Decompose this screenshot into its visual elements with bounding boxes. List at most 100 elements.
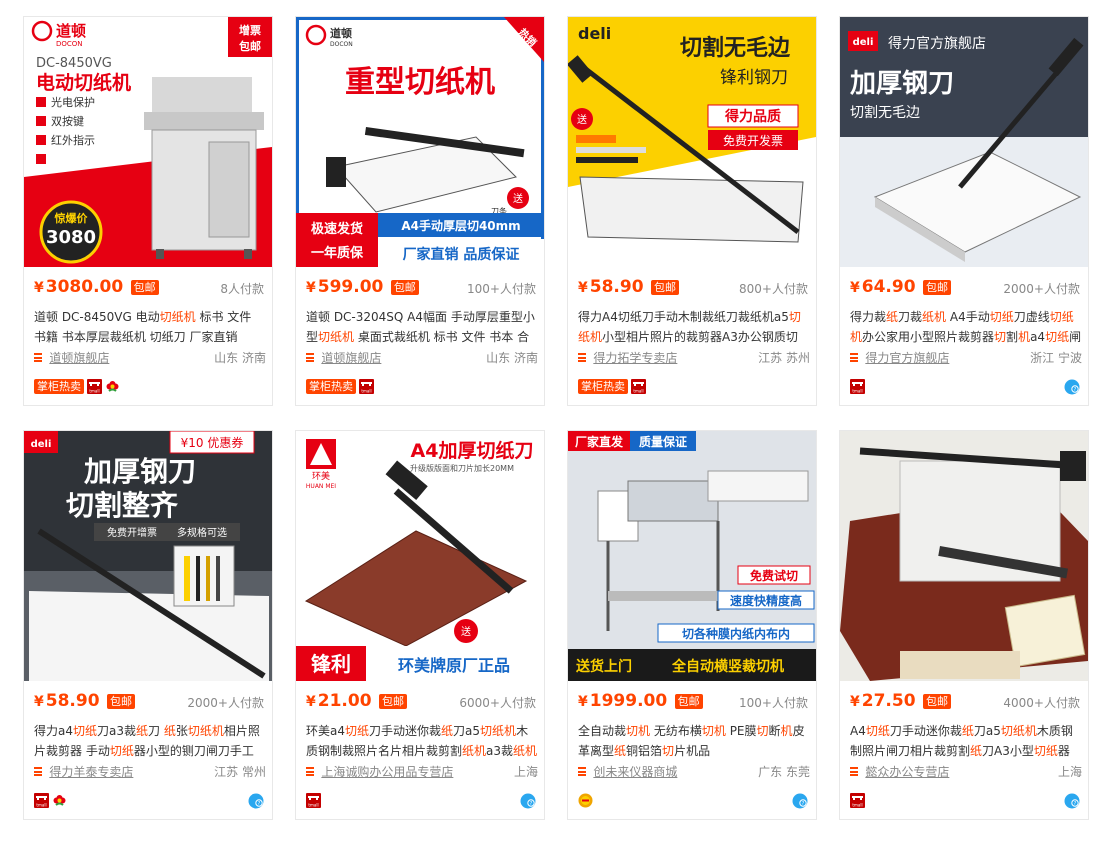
product-title[interactable]: 得力A4切纸刀手动木制裁纸刀裁纸机a5切纸机小型相片照片的裁剪器A3办公钢质切 — [578, 307, 810, 347]
title-keyword-highlight: 切纸 — [989, 310, 1014, 324]
shop-name-link[interactable]: 得力官方旗舰店 — [865, 351, 949, 365]
price: ¥3080.00 — [34, 277, 124, 297]
tmall-icon: tmall — [631, 379, 646, 395]
shop-name-link[interactable]: 懿众办公专营店 — [865, 765, 949, 779]
svg-text:tmall: tmall — [361, 389, 371, 394]
badge-row: tmall? — [850, 792, 1082, 810]
svg-text:切各种膜内纸内布内: 切各种膜内纸内布内 — [682, 626, 790, 641]
free-shipping-badge: 包邮 — [130, 279, 159, 295]
title-text: 刀裁 — [898, 310, 923, 324]
title-text: a3裁 — [486, 744, 514, 758]
shop-name-link[interactable]: 得力拓学专卖店 — [593, 351, 677, 365]
product-title[interactable]: A4切纸刀手动迷你裁纸刀a5切纸机木质钢制照片闸刀相片裁剪割纸刀A3小型切纸器 — [850, 721, 1082, 761]
svg-text:tmall: tmall — [36, 803, 46, 808]
svg-text:加厚钢刀: 加厚钢刀 — [84, 455, 196, 488]
product-card[interactable]: 环美 HUAN MEI A4加厚切纸刀 升级版版面和刀片加长20MM 送 锋利 … — [295, 430, 545, 820]
badge-row: tmall? — [306, 792, 538, 810]
title-text: 全自动裁 — [578, 724, 627, 738]
free-shipping-badge: 包邮 — [674, 693, 703, 709]
product-image[interactable]: 厂家直发 质量保证 免费试切 速度快精度高 切各种膜内纸内布内 送货上门 全自动… — [568, 431, 816, 681]
product-card[interactable]: 厂家直发 质量保证 免费试切 速度快精度高 切各种膜内纸内布内 送货上门 全自动… — [567, 430, 817, 820]
tmall-icon: tmall — [306, 793, 321, 809]
title-text: a4 — [1030, 330, 1046, 344]
wangwang-chat-icon[interactable]: ? — [1064, 379, 1080, 395]
shop-name-link[interactable]: 创未来仪器商城 — [593, 765, 677, 779]
hot-sale-tag: 掌柜热卖 — [578, 379, 628, 395]
svg-text:送货上门: 送货上门 — [575, 658, 632, 675]
product-title[interactable]: 得力a4切纸刀a3裁纸刀 纸张切纸机相片照片裁剪器 手动切纸器小型的铡刀闸刀手工 — [34, 721, 266, 761]
product-title[interactable]: 环美a4切纸刀手动迷你裁纸刀a5切纸机木质钢制裁照片名片相片裁剪割纸机a3裁纸机 — [306, 721, 538, 761]
svg-text:得力官方旗舰店: 得力官方旗舰店 — [888, 35, 986, 52]
product-image[interactable]: deli 得力官方旗舰店 加厚钢刀 切割无毛边 — [840, 17, 1088, 267]
product-image[interactable]: deli ¥10 优惠券 加厚钢刀 切割整齐 免费开增票 多规格可选 — [24, 431, 272, 681]
svg-text:tmall: tmall — [89, 389, 99, 394]
wangwang-chat-icon[interactable]: ? — [248, 793, 264, 809]
product-card[interactable]: 道顿 DOCON 热销 重型切纸机 送 刀条 极速发货 一年质保 A4手动厚层切… — [295, 16, 545, 406]
product-image[interactable]: 道顿 DOCON 热销 重型切纸机 送 刀条 极速发货 一年质保 A4手动厚层切… — [296, 17, 544, 267]
svg-text:包邮: 包邮 — [238, 39, 261, 53]
shop-name-link[interactable]: 上海诚购办公用品专营店 — [321, 765, 453, 779]
title-text: 桌面式裁纸机 标书 文件 书本 合 — [354, 330, 530, 344]
shop-name-link[interactable]: 道顿旗舰店 — [49, 351, 109, 365]
shop-name-link[interactable]: 得力羊泰专卖店 — [49, 765, 133, 779]
wangwang-chat-icon[interactable]: ? — [792, 793, 808, 809]
product-card[interactable]: 道顿 DOCON 增票 包邮 DC-8450VG 电动切纸机 光电保护 双按键 … — [23, 16, 273, 406]
svg-text:加厚钢刀: 加厚钢刀 — [850, 69, 954, 99]
title-text: 刀虚线 — [1013, 310, 1050, 324]
flower-icon — [52, 793, 67, 808]
shop-row: 得力官方旗舰店 浙江 宁波 — [850, 349, 1082, 367]
medal-icon — [578, 793, 593, 808]
badge-row: tmall? — [34, 792, 266, 810]
free-shipping-badge: 包邮 — [650, 279, 679, 295]
tmall-icon: tmall — [87, 379, 102, 395]
title-keyword-highlight: 纸 — [961, 724, 974, 738]
product-card[interactable]: deli 切割无毛边 锋利钢刀 得力品质 免费开发票 送 ¥58.90 包邮 8… — [567, 16, 817, 406]
shop-location: 江苏 常州 — [214, 765, 266, 779]
product-card[interactable]: deli 得力官方旗舰店 加厚钢刀 切割无毛边 ¥64.90 包邮 2000+人… — [839, 16, 1089, 406]
badge-row: 掌柜热卖 tmall — [306, 378, 538, 396]
svg-text:送: 送 — [461, 625, 471, 638]
title-keyword-highlight: 切纸机 — [480, 724, 517, 738]
title-text: 闸 — [1069, 330, 1082, 344]
shop-icon — [306, 353, 314, 363]
free-shipping-badge: 包邮 — [106, 693, 135, 709]
svg-text:锋利: 锋利 — [311, 652, 351, 676]
product-card[interactable]: ¥27.50 包邮 4000+人付款 A4切纸刀手动迷你裁纸刀a5切纸机木质钢制… — [839, 430, 1089, 820]
svg-text:得力品质: 得力品质 — [724, 108, 781, 125]
product-title[interactable]: 道顿 DC-3204SQ A4幅面 手动厚层重型小型切纸机 桌面式裁纸机 标书 … — [306, 307, 538, 347]
price: ¥58.90 — [578, 277, 644, 297]
title-text: 断 — [768, 724, 781, 738]
badge-row: tmall? — [850, 378, 1082, 396]
title-keyword-highlight: 切纸机 — [187, 724, 224, 738]
svg-text:免费开增票: 免费开增票 — [107, 526, 157, 539]
title-text: A4手动 — [946, 310, 990, 324]
product-title[interactable]: 道顿 DC-8450VG 电动切纸机 标书 文件 书籍 书本厚层裁纸机 切纸刀 … — [34, 307, 266, 347]
shop-icon — [578, 353, 586, 363]
title-keyword-highlight: 纸机 — [922, 310, 947, 324]
svg-text:DC-8450VG: DC-8450VG — [36, 56, 112, 71]
price-row: ¥599.00 包邮 100+人付款 — [306, 277, 536, 299]
product-image[interactable]: deli 切割无毛边 锋利钢刀 得力品质 免费开发票 送 — [568, 17, 816, 267]
title-text: 片机品 — [674, 744, 711, 758]
shop-location: 上海 — [513, 765, 538, 779]
svg-text:?: ? — [530, 801, 533, 807]
title-text: 刀手动迷你裁 — [889, 724, 962, 738]
product-title[interactable]: 全自动裁切机 无纺布横切机 PE膜切断机皮革离型纸铜铝箔切片机品 — [578, 721, 810, 761]
wangwang-chat-icon[interactable]: ? — [520, 793, 536, 809]
title-keyword-highlight: 纸 — [970, 744, 983, 758]
deal-count: 8人付款 — [220, 282, 264, 296]
product-card[interactable]: deli ¥10 优惠券 加厚钢刀 切割整齐 免费开增票 多规格可选 ¥58.9… — [23, 430, 273, 820]
product-image[interactable] — [840, 431, 1088, 681]
wangwang-chat-icon[interactable]: ? — [1064, 793, 1080, 809]
product-image[interactable]: 道顿 DOCON 增票 包邮 DC-8450VG 电动切纸机 光电保护 双按键 … — [24, 17, 272, 267]
product-image[interactable]: 环美 HUAN MEI A4加厚切纸刀 升级版版面和刀片加长20MM 送 锋利 … — [296, 431, 544, 681]
svg-text:全自动横竖裁切机: 全自动横竖裁切机 — [671, 658, 784, 675]
shop-row: 道顿旗舰店 山东 济南 — [34, 349, 266, 367]
title-keyword-highlight: 切纸 — [73, 724, 98, 738]
product-title[interactable]: 得力裁纸刀裁纸机 A4手动切纸刀虚线切纸机办公家用小型照片裁剪器切割机a4切纸闸 — [850, 307, 1082, 347]
svg-text:环美牌原厂正品: 环美牌原厂正品 — [398, 656, 510, 675]
shop-icon — [578, 767, 586, 777]
shop-name-link[interactable]: 道顿旗舰店 — [321, 351, 381, 365]
shop-icon — [34, 767, 42, 777]
title-text: 张 — [175, 724, 188, 738]
